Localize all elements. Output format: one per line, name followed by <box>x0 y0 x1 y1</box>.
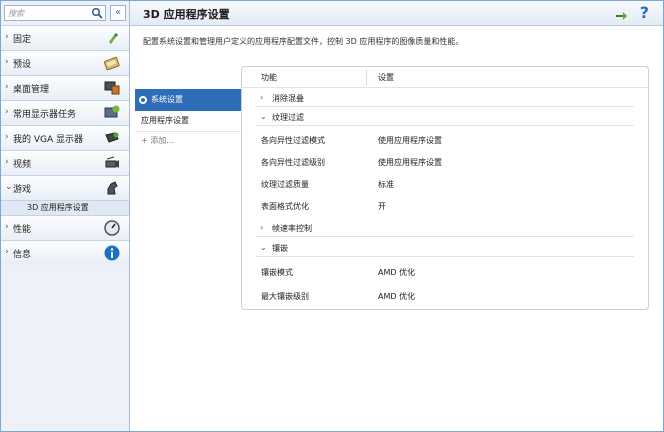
setting-name: 最大镶嵌级别 <box>261 292 309 301</box>
setting-value[interactable]: AMD 优化 <box>378 267 415 278</box>
setting-name: 纹理过滤质量 <box>261 180 309 189</box>
group-label: 消除混叠 <box>272 94 304 103</box>
group-antialiasing[interactable]: › 消除混叠 <box>242 89 648 107</box>
display-check-icon <box>104 105 120 118</box>
setting-name: 各向异性过滤级别 <box>261 158 325 167</box>
group-frame-rate-control[interactable]: › 帧速率控制 <box>242 219 648 237</box>
column-header-setting: 设置 <box>378 73 394 82</box>
page-header: 3D 应用程序设置 ? <box>130 1 663 26</box>
setting-value[interactable]: 使用应用程序设置 <box>378 157 442 168</box>
divider <box>256 236 634 237</box>
group-texture-filtering[interactable]: ⌄ 纹理过滤 <box>242 108 648 126</box>
sidebar-item-information[interactable]: › 信息 <box>1 240 129 265</box>
setting-name: 各向异性过滤模式 <box>261 136 325 145</box>
pin-icon <box>109 33 118 44</box>
header-icons: ? <box>615 3 649 22</box>
nav-list: › 固定 › 预设 › 桌面管理 › 常用显示器任务 › 我的 VGA 显示器 … <box>1 25 129 265</box>
setting-value[interactable]: AMD 优化 <box>378 291 415 302</box>
chevron-right-icon: › <box>260 93 264 102</box>
search-row: « <box>4 5 128 21</box>
tree-item-application-settings[interactable]: 应用程序设置 <box>135 111 251 132</box>
collapse-sidebar-button[interactable]: « <box>110 5 126 21</box>
preset-card-icon <box>103 56 120 71</box>
sidebar-item-label: 预设 <box>13 60 32 70</box>
column-header-feature: 功能 <box>261 73 277 82</box>
chevron-right-icon: › <box>5 32 9 42</box>
gaming-knight-icon <box>107 181 118 195</box>
info-icon <box>104 245 120 261</box>
sidebar-item-pinned[interactable]: › 固定 <box>1 25 129 50</box>
table-header: 功能 设置 <box>242 67 648 88</box>
setting-name: 表面格式优化 <box>261 202 309 211</box>
sidebar-item-label: 桌面管理 <box>13 85 50 95</box>
chevron-right-icon: › <box>260 223 264 232</box>
chevron-right-icon: › <box>5 157 9 167</box>
sidebar-item-label: 信息 <box>13 250 32 260</box>
column-divider <box>366 69 367 85</box>
sidebar-item-label: 我的 VGA 显示器 <box>13 135 84 145</box>
sidebar: « › 固定 › 预设 › 桌面管理 <box>1 1 130 431</box>
page-description: 配置系统设置和管理用户定义的应用程序配置文件，控制 3D 应用程序的图像质量和性… <box>143 37 464 46</box>
chevron-right-icon: › <box>5 132 9 142</box>
add-profile-button[interactable]: + 添加... <box>135 132 251 150</box>
group-tessellation[interactable]: ⌄ 镶嵌 <box>242 239 648 257</box>
divider <box>256 106 634 107</box>
group-label: 帧速率控制 <box>272 224 312 233</box>
chevron-down-icon: ⌄ <box>260 112 267 121</box>
setting-value[interactable]: 使用应用程序设置 <box>378 135 442 146</box>
table-row[interactable]: 表面格式优化 开 <box>242 195 648 215</box>
settings-table: 功能 设置 › 消除混叠 ⌄ 纹理过滤 各向异性过滤模式 使用应用程序设置 各向… <box>241 66 649 310</box>
pin-page-icon[interactable] <box>615 10 629 22</box>
search-box[interactable] <box>4 5 106 21</box>
sidebar-item-label: 视频 <box>13 160 32 170</box>
profile-tree: 系统设置 应用程序设置 + 添加... <box>135 89 263 150</box>
search-icon[interactable] <box>91 7 103 19</box>
divider <box>256 125 634 126</box>
sidebar-item-label: 性能 <box>13 225 32 235</box>
video-camera-icon <box>105 156 119 168</box>
sidebar-item-common-display-tasks[interactable]: › 常用显示器任务 <box>1 100 129 125</box>
sidebar-item-presets[interactable]: › 预设 <box>1 50 129 75</box>
sidebar-item-desktop-management[interactable]: › 桌面管理 <box>1 75 129 100</box>
group-label: 镶嵌 <box>272 244 288 253</box>
chevron-right-icon: › <box>5 82 9 92</box>
chevron-down-icon: ⌄ <box>5 182 13 192</box>
sidebar-item-label: 常用显示器任务 <box>13 110 77 120</box>
table-row[interactable]: 各向异性过滤级别 使用应用程序设置 <box>242 151 648 171</box>
divider <box>256 256 634 257</box>
table-row[interactable]: 纹理过滤质量 标准 <box>242 173 648 193</box>
sidebar-item-gaming[interactable]: ⌄ 游戏 <box>1 175 129 200</box>
setting-name: 镶嵌模式 <box>261 268 293 277</box>
sidebar-item-my-vga-display[interactable]: › 我的 VGA 显示器 <box>1 125 129 150</box>
gear-icon <box>139 96 147 104</box>
sidebar-item-label: 游戏 <box>13 185 32 195</box>
desktop-monitor-icon <box>104 81 120 95</box>
vga-display-icon <box>105 132 119 143</box>
chevron-right-icon: › <box>5 222 9 232</box>
help-icon[interactable]: ? <box>640 3 649 22</box>
table-row[interactable]: 各向异性过滤模式 使用应用程序设置 <box>242 129 648 149</box>
group-label: 纹理过滤 <box>272 113 304 122</box>
table-row[interactable]: 最大镶嵌级别 AMD 优化 <box>242 285 648 305</box>
table-row[interactable]: 镶嵌模式 AMD 优化 <box>242 261 648 281</box>
chevron-right-icon: › <box>5 107 9 117</box>
gauge-icon <box>104 220 120 236</box>
tree-item-label: 系统设置 <box>151 95 183 104</box>
tree-item-system-settings[interactable]: 系统设置 <box>135 89 263 111</box>
page-title: 3D 应用程序设置 <box>143 8 230 21</box>
chevron-right-icon: › <box>5 247 9 257</box>
sidebar-item-performance[interactable]: › 性能 <box>1 215 129 240</box>
search-input[interactable] <box>5 6 89 20</box>
setting-value[interactable]: 标准 <box>378 179 394 190</box>
app-window: « › 固定 › 预设 › 桌面管理 <box>0 0 664 432</box>
sidebar-item-label: 固定 <box>13 35 32 45</box>
setting-value[interactable]: 开 <box>378 201 386 212</box>
chevron-right-icon: › <box>5 57 9 67</box>
chevron-down-icon: ⌄ <box>260 243 267 252</box>
sidebar-subitem-3d-app-settings[interactable]: 3D 应用程序设置 <box>1 200 129 215</box>
sidebar-item-video[interactable]: › 视频 <box>1 150 129 175</box>
